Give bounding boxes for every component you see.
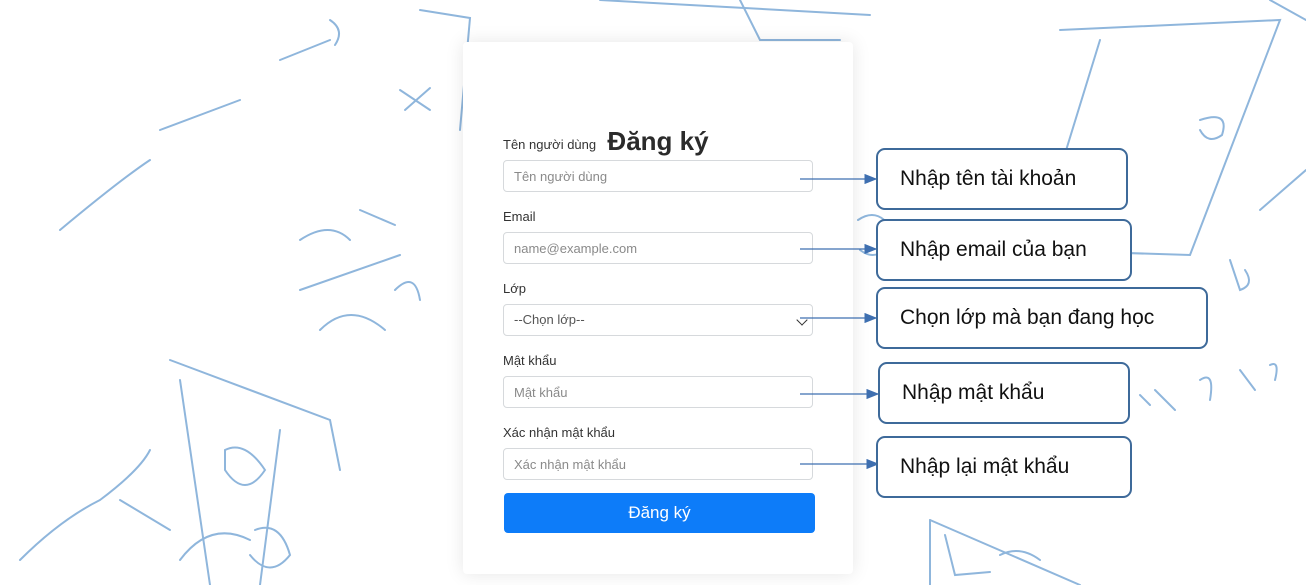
callout-password: Nhập mật khẩu	[878, 362, 1130, 424]
callout-email: Nhập email của bạn	[876, 219, 1132, 281]
callout-username: Nhập tên tài khoản	[876, 148, 1128, 210]
callout-confirm-password: Nhập lại mật khẩu	[876, 436, 1132, 498]
callout-class: Chọn lớp mà bạn đang học	[876, 287, 1208, 349]
